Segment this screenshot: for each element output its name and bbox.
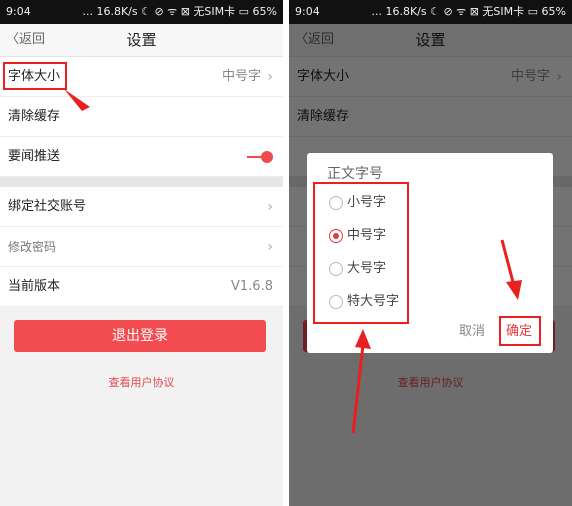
change-password-row[interactable]: 修改密码 › <box>0 227 283 267</box>
cancel-button[interactable]: 取消 <box>459 320 485 339</box>
status-indicators: ... 16.8K/s ☾ ⊘ ᯤ ⊠ 无SIM卡 ▭ 65% <box>82 5 277 18</box>
version-value: V1.6.8 <box>231 279 273 294</box>
annotation-arrow-icon <box>64 89 90 111</box>
annotation-arrow-down-icon <box>500 239 522 300</box>
version-row: 当前版本 V1.6.8 <box>0 267 283 307</box>
title-bar: 〈返回 设置 <box>0 24 283 57</box>
status-time: 9:04 <box>6 5 31 18</box>
page-title: 设置 <box>126 31 157 49</box>
change-password-label: 修改密码 <box>8 240 57 254</box>
highlight-box-options <box>313 182 409 324</box>
status-bar: 9:04 ... 16.8K/s ☾ ⊘ ᯤ ⊠ 无SIM卡 ▭ 65% <box>289 0 572 24</box>
highlight-box <box>3 62 67 90</box>
version-label: 当前版本 <box>8 279 61 294</box>
chevron-right-icon: › <box>267 199 273 215</box>
highlight-box-confirm <box>499 316 541 346</box>
font-dialog-screen: 9:04 ... 16.8K/s ☾ ⊘ ᯤ ⊠ 无SIM卡 ▭ 65% 〈返回… <box>289 0 572 506</box>
chevron-right-icon: › <box>267 69 273 85</box>
news-push-label: 要闻推送 <box>8 149 61 164</box>
clear-cache-row[interactable]: 清除缓存 <box>0 97 283 137</box>
news-push-row: 要闻推送 <box>0 137 283 177</box>
settings-screen: 9:04 ... 16.8K/s ☾ ⊘ ᯤ ⊠ 无SIM卡 ▭ 65% 〈返回… <box>0 0 283 506</box>
clear-cache-label: 清除缓存 <box>8 109 61 124</box>
bind-social-label: 绑定社交账号 <box>8 199 87 214</box>
annotation-arrow-up-icon <box>351 329 371 434</box>
status-bar: 9:04 ... 16.8K/s ☾ ⊘ ᯤ ⊠ 无SIM卡 ▭ 65% <box>0 0 283 24</box>
logout-button[interactable]: 退出登录 <box>14 320 266 352</box>
toggle-knob <box>261 151 273 163</box>
dialog-title: 正文字号 <box>327 166 383 182</box>
bind-social-row[interactable]: 绑定社交账号 › <box>0 187 283 227</box>
chevron-right-icon: › <box>267 239 273 255</box>
status-indicators: ... 16.8K/s ☾ ⊘ ᯤ ⊠ 无SIM卡 ▭ 65% <box>371 5 566 18</box>
user-agreement-link[interactable]: 查看用户协议 <box>0 374 283 390</box>
font-size-value: 中号字 <box>221 69 261 84</box>
news-push-toggle[interactable] <box>247 151 273 163</box>
status-time: 9:04 <box>295 5 320 18</box>
